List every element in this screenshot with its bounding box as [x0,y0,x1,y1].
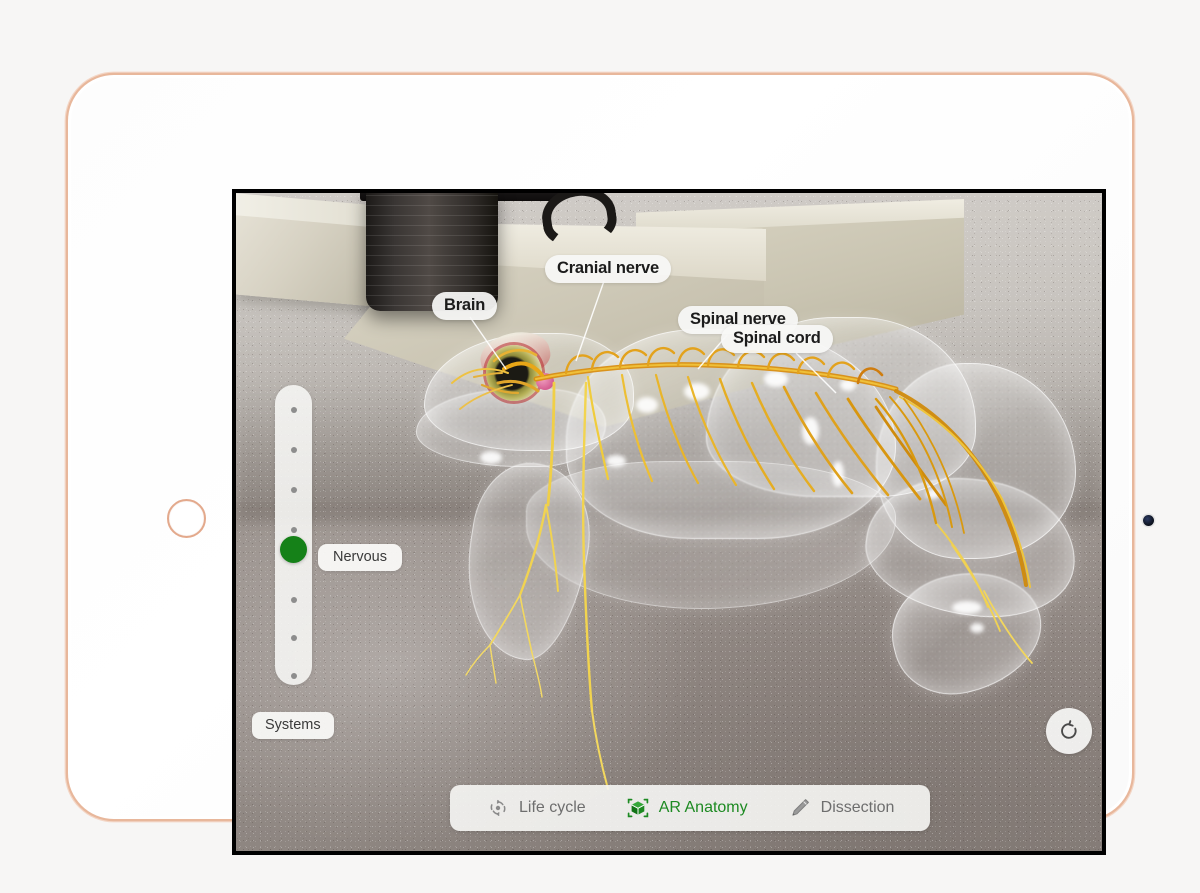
tab-life-cycle[interactable]: Life cycle [466,796,606,820]
slider-thumb-nervous[interactable] [280,536,307,563]
systems-slider[interactable] [275,385,312,685]
home-button[interactable] [167,499,206,538]
callout-brain[interactable]: Brain [432,292,498,321]
tablet-screen: Brain Cranial nerve Spinal nerve Spinal … [232,189,1106,855]
mode-toolbar: Life cycle AR Anatomy Dissection [450,785,931,831]
tab-ar-anatomy-label: AR Anatomy [658,799,748,816]
reset-rotate-icon [1061,720,1077,739]
ar-camera-view[interactable]: Brain Cranial nerve Spinal nerve Spinal … [236,193,1102,851]
nervous-system-overlay [451,346,1033,790]
reset-button[interactable] [1046,708,1092,754]
slider-tick-5[interactable] [290,597,297,603]
slider-tick-0[interactable] [290,407,297,413]
slider-tick-1[interactable] [290,447,297,453]
ar-frog-model[interactable] [236,193,1102,851]
slider-tick-6[interactable] [290,635,297,641]
tablet-device-frame: Brain Cranial nerve Spinal nerve Spinal … [68,75,1154,855]
pencil-icon [792,799,809,816]
slider-tick-3[interactable] [290,527,297,533]
front-camera-icon [1143,515,1154,526]
tab-ar-anatomy[interactable]: AR Anatomy [606,796,768,820]
callout-spinal-cord[interactable]: Spinal cord [721,325,833,354]
selected-system-label: Nervous [318,544,402,571]
tab-dissection-label: Dissection [820,799,895,816]
slider-tick-7[interactable] [290,673,297,679]
callout-cranial-nerve[interactable]: Cranial nerve [545,255,671,284]
tab-dissection[interactable]: Dissection [768,796,915,820]
slider-tick-2[interactable] [290,487,297,493]
systems-group-label[interactable]: Systems [252,712,334,739]
tab-life-cycle-label: Life cycle [519,799,586,816]
life-cycle-icon [490,799,506,816]
ar-cube-icon [627,798,648,818]
